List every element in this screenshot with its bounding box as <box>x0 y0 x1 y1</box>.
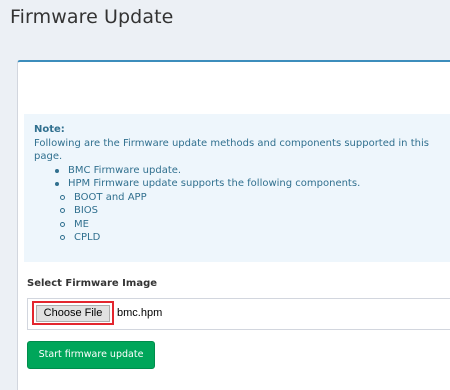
component-item: BOOT and APP <box>34 191 450 205</box>
info-note: Note: Following are the Firmware update … <box>24 114 450 262</box>
method-list: BMC Firmware update. HPM Firmware update… <box>34 164 450 191</box>
list-item: BMC Firmware update. <box>34 164 450 178</box>
selected-file-name: bmc.hpm <box>117 307 163 319</box>
note-intro: Following are the Firmware update method… <box>34 137 429 163</box>
component-item: ME <box>34 218 450 232</box>
list-item-label: HPM Firmware update supports the followi… <box>68 178 361 189</box>
note-title: Note: <box>34 124 65 135</box>
start-firmware-update-button[interactable]: Start firmware update <box>27 341 155 369</box>
choose-file-button[interactable]: Choose File <box>36 305 110 322</box>
firmware-image-label: Select Firmware Image <box>27 278 158 289</box>
page-title: Firmware Update <box>10 6 174 28</box>
component-item: CPLD <box>34 231 450 245</box>
component-list: BOOT and APP BIOS ME CPLD <box>34 191 450 245</box>
list-item: HPM Firmware update supports the followi… <box>34 177 450 191</box>
component-item: BIOS <box>34 204 450 218</box>
